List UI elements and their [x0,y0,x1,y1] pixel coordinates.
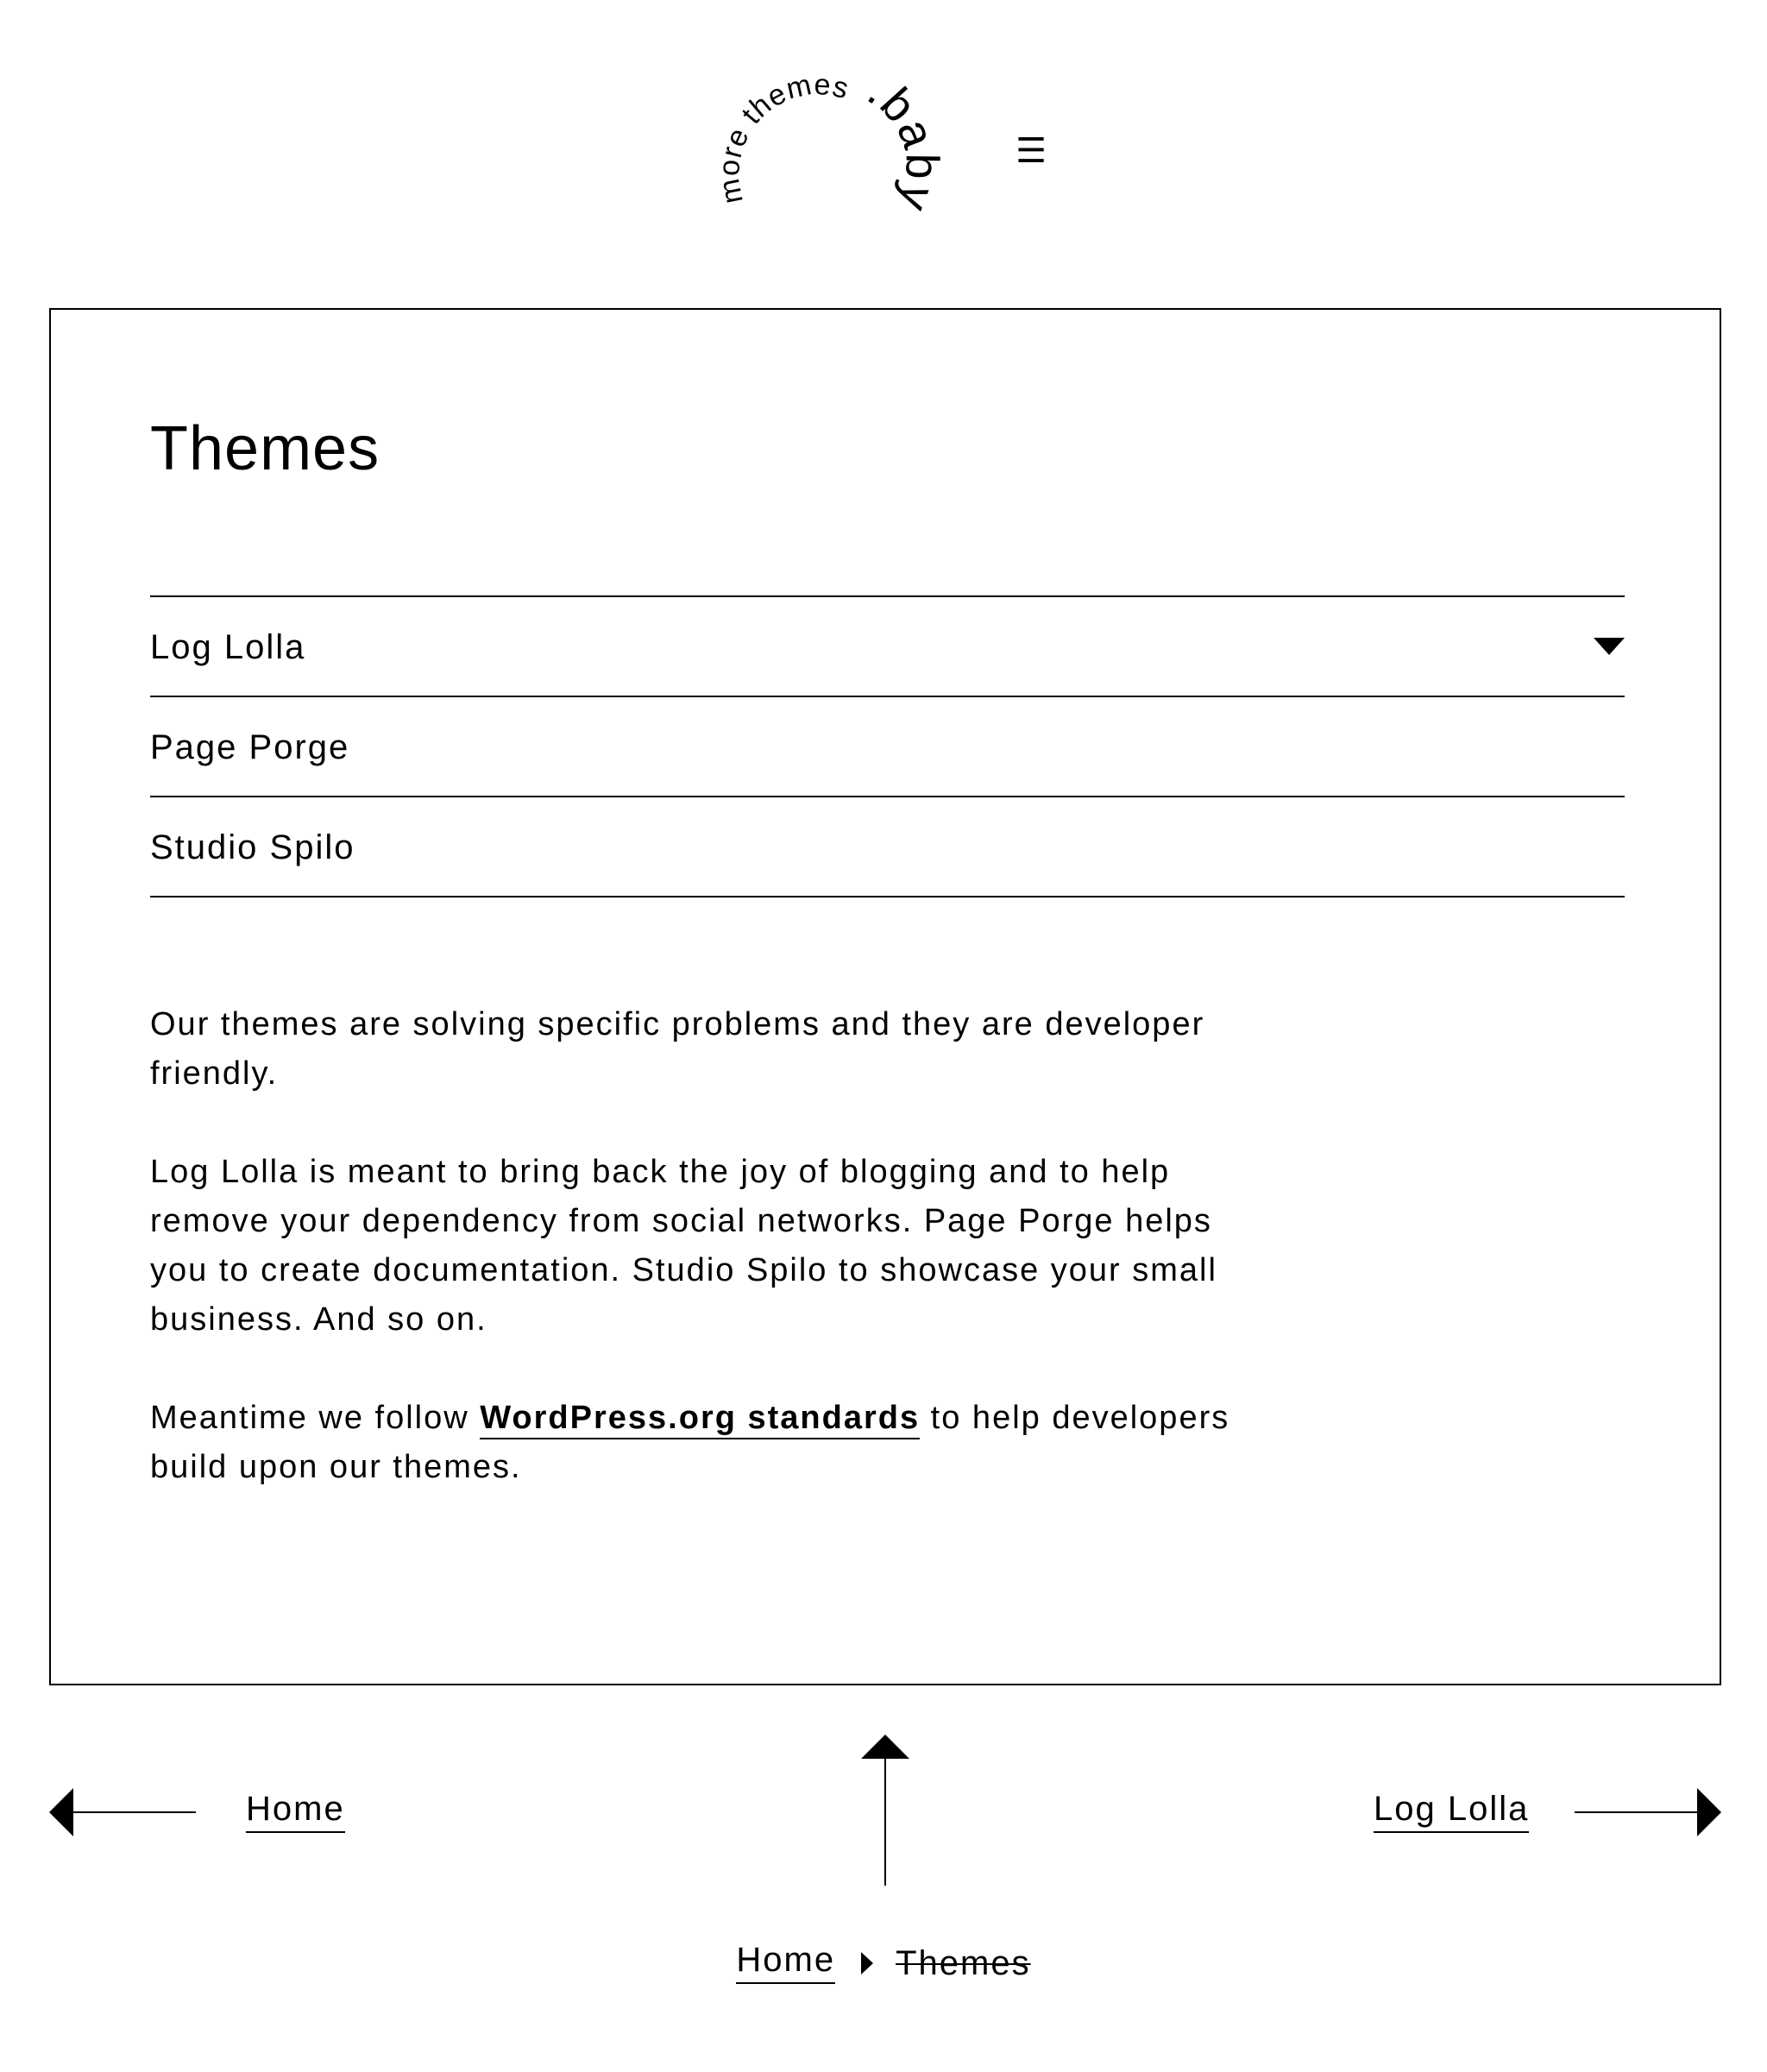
next-page-link[interactable]: Log Lolla [1374,1792,1530,1833]
caret-down-icon[interactable] [1594,638,1625,655]
themes-accordion: Log Lolla Page Porge Studio Spilo [150,595,1625,897]
site-logo[interactable]: more themes .baby [713,52,946,259]
site-header: more themes .baby ☰ [0,0,1767,259]
wordpress-standards-link[interactable]: WordPress.org standards [480,1400,921,1439]
post-navigation: Home Log Lolla [0,1726,1767,1899]
intro-paragraph-1: Our themes are solving specific problems… [150,1006,1205,1092]
intro-text: Our themes are solving specific problems… [150,1000,1272,1541]
previous-page-link[interactable]: Home [246,1792,345,1833]
accordion-item-label: Page Porge [150,728,350,766]
accordion-item-studio-spilo[interactable]: Studio Spilo [150,797,1625,897]
intro-paragraph-2: Log Lolla is meant to bring back the joy… [150,1154,1217,1338]
arrow-right-icon[interactable] [1575,1788,1721,1836]
breadcrumb-current: Themes [896,1944,1031,1982]
intro-paragraph-3-lead: Meantime we follow [150,1400,481,1436]
chevron-right-icon [861,1952,874,1974]
breadcrumb-home-link[interactable]: Home [736,1943,836,1984]
intro-paragraph-3: Meantime we follow WordPress.org standar… [150,1394,1272,1492]
arrow-left-icon[interactable] [49,1788,196,1836]
themes-card: Themes Log Lolla Page Porge Studio Spilo… [49,308,1721,1685]
accordion-item-page-porge[interactable]: Page Porge [150,697,1625,797]
logo-big-text: .baby [859,64,948,220]
breadcrumb: Home Themes [0,1937,1767,1989]
arrow-up-icon[interactable] [861,1735,909,1886]
menu-icon[interactable]: ☰ [1016,134,1047,168]
page-title: Themes [150,414,380,483]
logo-circle-text: more themes .baby [713,64,946,220]
accordion-item-label: Studio Spilo [150,828,355,866]
accordion-item-log-lolla[interactable]: Log Lolla [150,597,1625,697]
accordion-item-label: Log Lolla [150,628,306,666]
logo-small-text: more themes [713,68,852,206]
